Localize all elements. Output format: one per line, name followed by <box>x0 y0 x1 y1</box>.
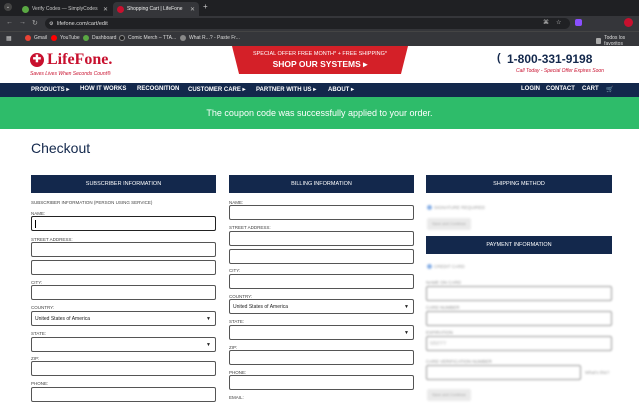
simplycodes-icon <box>22 5 29 13</box>
coupon-success-alert: The coupon code was successfully applied… <box>0 97 639 129</box>
nav-cart[interactable]: CART <box>582 86 599 92</box>
billing-country-select[interactable]: United States of America ▼ <box>229 299 414 314</box>
url-input[interactable]: ⚙ lifefone.com/cart/edit <box>45 18 570 29</box>
bookmark-comic-merch[interactable]: Comic Merch – TTA... <box>119 35 176 41</box>
gmail-icon <box>25 35 31 41</box>
close-tab-icon[interactable]: ✕ <box>103 6 108 13</box>
tab-simplycodes[interactable]: Verify Codes — SimplyCodes ✕ <box>18 2 112 16</box>
subscriber-heading: SUBSCRIBER INFORMATION <box>31 175 216 193</box>
dashboard-icon <box>83 35 89 41</box>
browser-tab-bar: ⌄ Verify Codes — SimplyCodes ✕ Shopping … <box>0 0 639 16</box>
subscriber-city-input[interactable] <box>31 285 216 300</box>
payment-option-credit-card[interactable]: CREDIT CARD <box>427 264 465 269</box>
card-name-input[interactable] <box>426 286 612 301</box>
billing-zip-input[interactable] <box>229 350 414 365</box>
back-icon[interactable]: ← <box>6 19 13 26</box>
nav-contact[interactable]: CONTACT <box>546 86 575 92</box>
expiration-input[interactable]: MM/YY <box>426 336 612 351</box>
phone-icon: ( <box>497 52 501 64</box>
tab-menu-icon[interactable]: ⌄ <box>4 3 12 11</box>
nav-products[interactable]: PRODUCTS ▸ <box>31 86 69 93</box>
chevron-down-icon: ▼ <box>206 341 211 348</box>
site-info-icon[interactable]: ⚙ <box>49 21 53 27</box>
logo-cross-icon: ✚ <box>30 53 44 67</box>
billing-heading: BILLING INFORMATION <box>229 175 414 193</box>
shipping-heading: SHIPPING METHOD <box>426 175 612 193</box>
payment-save-button[interactable]: Save and Continue <box>427 389 471 401</box>
chevron-down-icon: ▼ <box>206 315 211 322</box>
subscriber-name-input[interactable] <box>31 216 216 231</box>
bookmark-what[interactable]: What R...? - Paste Fr... <box>180 35 240 41</box>
forward-icon[interactable]: → <box>19 19 26 26</box>
bookmarks-bar: ▦ Gmail YouTube Dashboard Comic Merch – … <box>0 31 639 47</box>
subscriber-street2-input[interactable] <box>31 260 216 275</box>
chevron-down-icon: ▼ <box>404 329 409 336</box>
nav-login[interactable]: LOGIN <box>521 86 540 92</box>
nav-about[interactable]: ABOUT ▸ <box>328 86 354 93</box>
youtube-icon <box>51 35 57 41</box>
nav-partner[interactable]: PARTNER WITH US ▸ <box>256 86 316 93</box>
lifefone-icon <box>117 5 124 13</box>
folder-icon <box>596 38 602 44</box>
main-nav: PRODUCTS ▸ HOW IT WORKS RECOGNITION CUST… <box>0 83 639 97</box>
subscriber-zip-input[interactable] <box>31 361 216 376</box>
shipping-save-button[interactable]: Save and Continue <box>427 218 471 230</box>
site-header: ✚ LifeFone. Saves Lives When Seconds Cou… <box>0 46 639 83</box>
billing-street2-input[interactable] <box>229 249 414 264</box>
bookmark-dashboard[interactable]: Dashboard <box>83 35 116 41</box>
subscriber-state-select[interactable]: ▼ <box>31 337 216 352</box>
reload-icon[interactable]: ↻ <box>32 19 38 27</box>
globe-icon <box>180 35 186 41</box>
chevron-down-icon: ▼ <box>404 303 409 310</box>
tta-icon <box>119 35 125 41</box>
nav-how-it-works[interactable]: HOW IT WORKS <box>80 86 126 92</box>
whats-this-link[interactable]: What's this? <box>585 370 609 375</box>
address-bar: ← → ↻ ⚙ lifefone.com/cart/edit ⌘ ☆ <box>0 16 639 31</box>
subscriber-street-input[interactable] <box>31 242 216 257</box>
phone-number[interactable]: 1-800-331-9198 <box>507 52 592 66</box>
billing-name-input[interactable] <box>229 205 414 220</box>
nav-customer-care[interactable]: CUSTOMER CARE ▸ <box>188 86 246 93</box>
profile-avatar[interactable] <box>624 18 633 27</box>
cart-icon[interactable]: 🛒 <box>606 86 613 93</box>
billing-state-select[interactable]: ▼ <box>229 325 414 340</box>
subscriber-country-select[interactable]: United States of America ▼ <box>31 311 216 326</box>
billing-phone-input[interactable] <box>229 375 414 390</box>
bookmark-star-icon[interactable]: ☆ <box>556 19 561 26</box>
nav-recognition[interactable]: RECOGNITION <box>137 86 179 92</box>
billing-city-input[interactable] <box>229 274 414 289</box>
shipping-option[interactable]: SIGNATURE REQUIRED <box>427 205 485 210</box>
page-title: Checkout <box>31 140 91 156</box>
subscriber-phone-input[interactable] <box>31 387 216 402</box>
bookmark-youtube[interactable]: YouTube <box>51 35 80 41</box>
new-tab-icon[interactable]: + <box>203 2 208 11</box>
apps-icon[interactable]: ▦ <box>6 35 12 42</box>
close-tab-icon[interactable]: ✕ <box>190 6 195 13</box>
translate-icon[interactable]: ⌘ <box>543 19 549 26</box>
promo-banner[interactable]: SPECIAL OFFER FREE MONTH* + FREE SHIPPIN… <box>232 46 408 74</box>
radio-icon <box>427 264 432 269</box>
cvv-input[interactable] <box>426 365 581 380</box>
radio-icon <box>427 205 432 210</box>
payment-heading: PAYMENT INFORMATION <box>426 236 612 254</box>
bookmark-gmail[interactable]: Gmail <box>25 35 47 41</box>
tab-lifefone[interactable]: Shopping Cart | LifeFone ✕ <box>113 2 199 16</box>
billing-street-input[interactable] <box>229 231 414 246</box>
extension-icon[interactable] <box>575 19 582 26</box>
card-number-input[interactable] <box>426 311 612 326</box>
